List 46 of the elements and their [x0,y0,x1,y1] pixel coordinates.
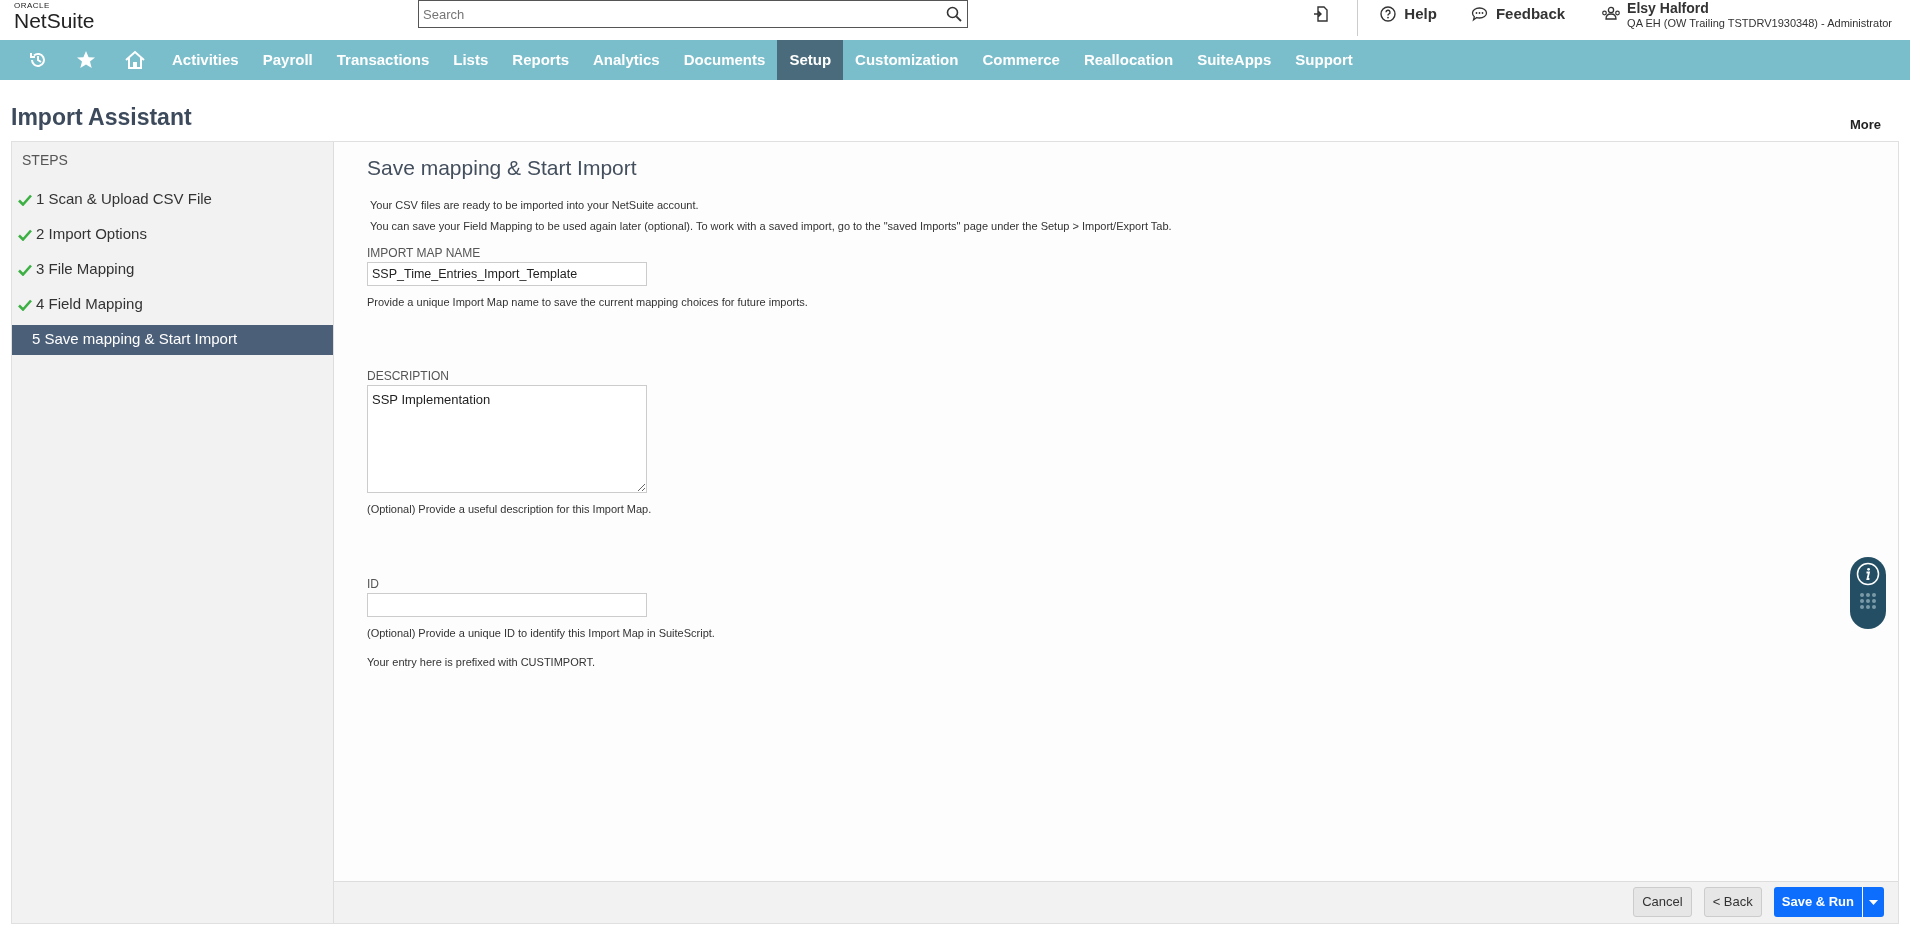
field-label: IMPORT MAP NAME [367,245,482,262]
intro-text: You can save your Field Mapping to be used again later (optional). To work with a saved import, go to the "saved Imports" page under the Setup > Import/Export Tab. [370,218,1173,234]
more-link[interactable]: More [1849,115,1881,135]
field-label: ID [367,576,380,593]
steps-heading: STEPS [21,150,69,170]
input-field[interactable] [367,593,647,617]
checkmark-icon [18,193,32,206]
checkmark-icon [18,263,32,276]
step-item[interactable]: 5 Save mapping & Start Import [12,324,333,355]
checkmark-icon [18,298,32,311]
save-run-button[interactable]: Save & Run [1773,887,1862,917]
step-item[interactable]: 1 Scan & Upload CSV File [12,184,333,215]
speech-bubble-icon [1470,6,1488,22]
info-icon [1856,562,1880,586]
checkmark-icon [18,228,32,241]
step-item[interactable]: 4 Field Mapping [12,289,333,320]
field-hint: (Optional) Provide a useful description for this Import Map. [367,501,653,517]
user-name[interactable]: Elsy Halford [1627,0,1892,16]
section-title: Save mapping & Start Import [367,154,638,181]
keypad-icon [1858,591,1878,611]
nav-tab[interactable]: Setup [777,40,844,80]
step-item[interactable]: 3 File Mapping [12,254,333,285]
footer-button[interactable]: Cancel [1633,887,1692,917]
help-widget[interactable] [1850,557,1886,629]
input-field[interactable]: SSP_Time_Entries_Import_Template [367,262,647,286]
footer-button[interactable]: < Back [1703,887,1762,917]
field-hint: Provide a unique Import Map name to save the current mapping choices for future imports. [367,295,809,310]
field-hint: Your entry here is prefixed with CUSTIMPORT. [367,654,597,670]
description-field[interactable]: SSP Implementation [367,384,647,493]
page-title: Import Assistant [11,103,192,132]
logo-text: NetSuite [14,10,95,32]
search-field[interactable]: Search [418,0,968,28]
star-icon[interactable] [76,50,96,70]
logo-caption: ORACLE [14,1,51,10]
search-icon[interactable] [946,6,962,22]
step-item[interactable]: 2 Import Options [12,219,333,250]
feedback-link[interactable]: Feedback [1470,2,1566,26]
user-role: QA EH (OW Trailing TSTDRV1930348) - Administrator [1627,16,1892,30]
dropdown-button[interactable] [1862,887,1884,917]
help-link[interactable]: Help [1380,2,1437,26]
user-roles-icon[interactable] [1601,5,1622,23]
field-hint: (Optional) Provide a unique ID to identify this Import Map in SuiteScript. [367,626,716,641]
field-label: DESCRIPTION [367,367,450,385]
caret-icon [1869,899,1878,905]
help-icon [1380,6,1397,22]
intro-text: Your CSV files are ready to be imported into your NetSuite account. [370,198,700,213]
